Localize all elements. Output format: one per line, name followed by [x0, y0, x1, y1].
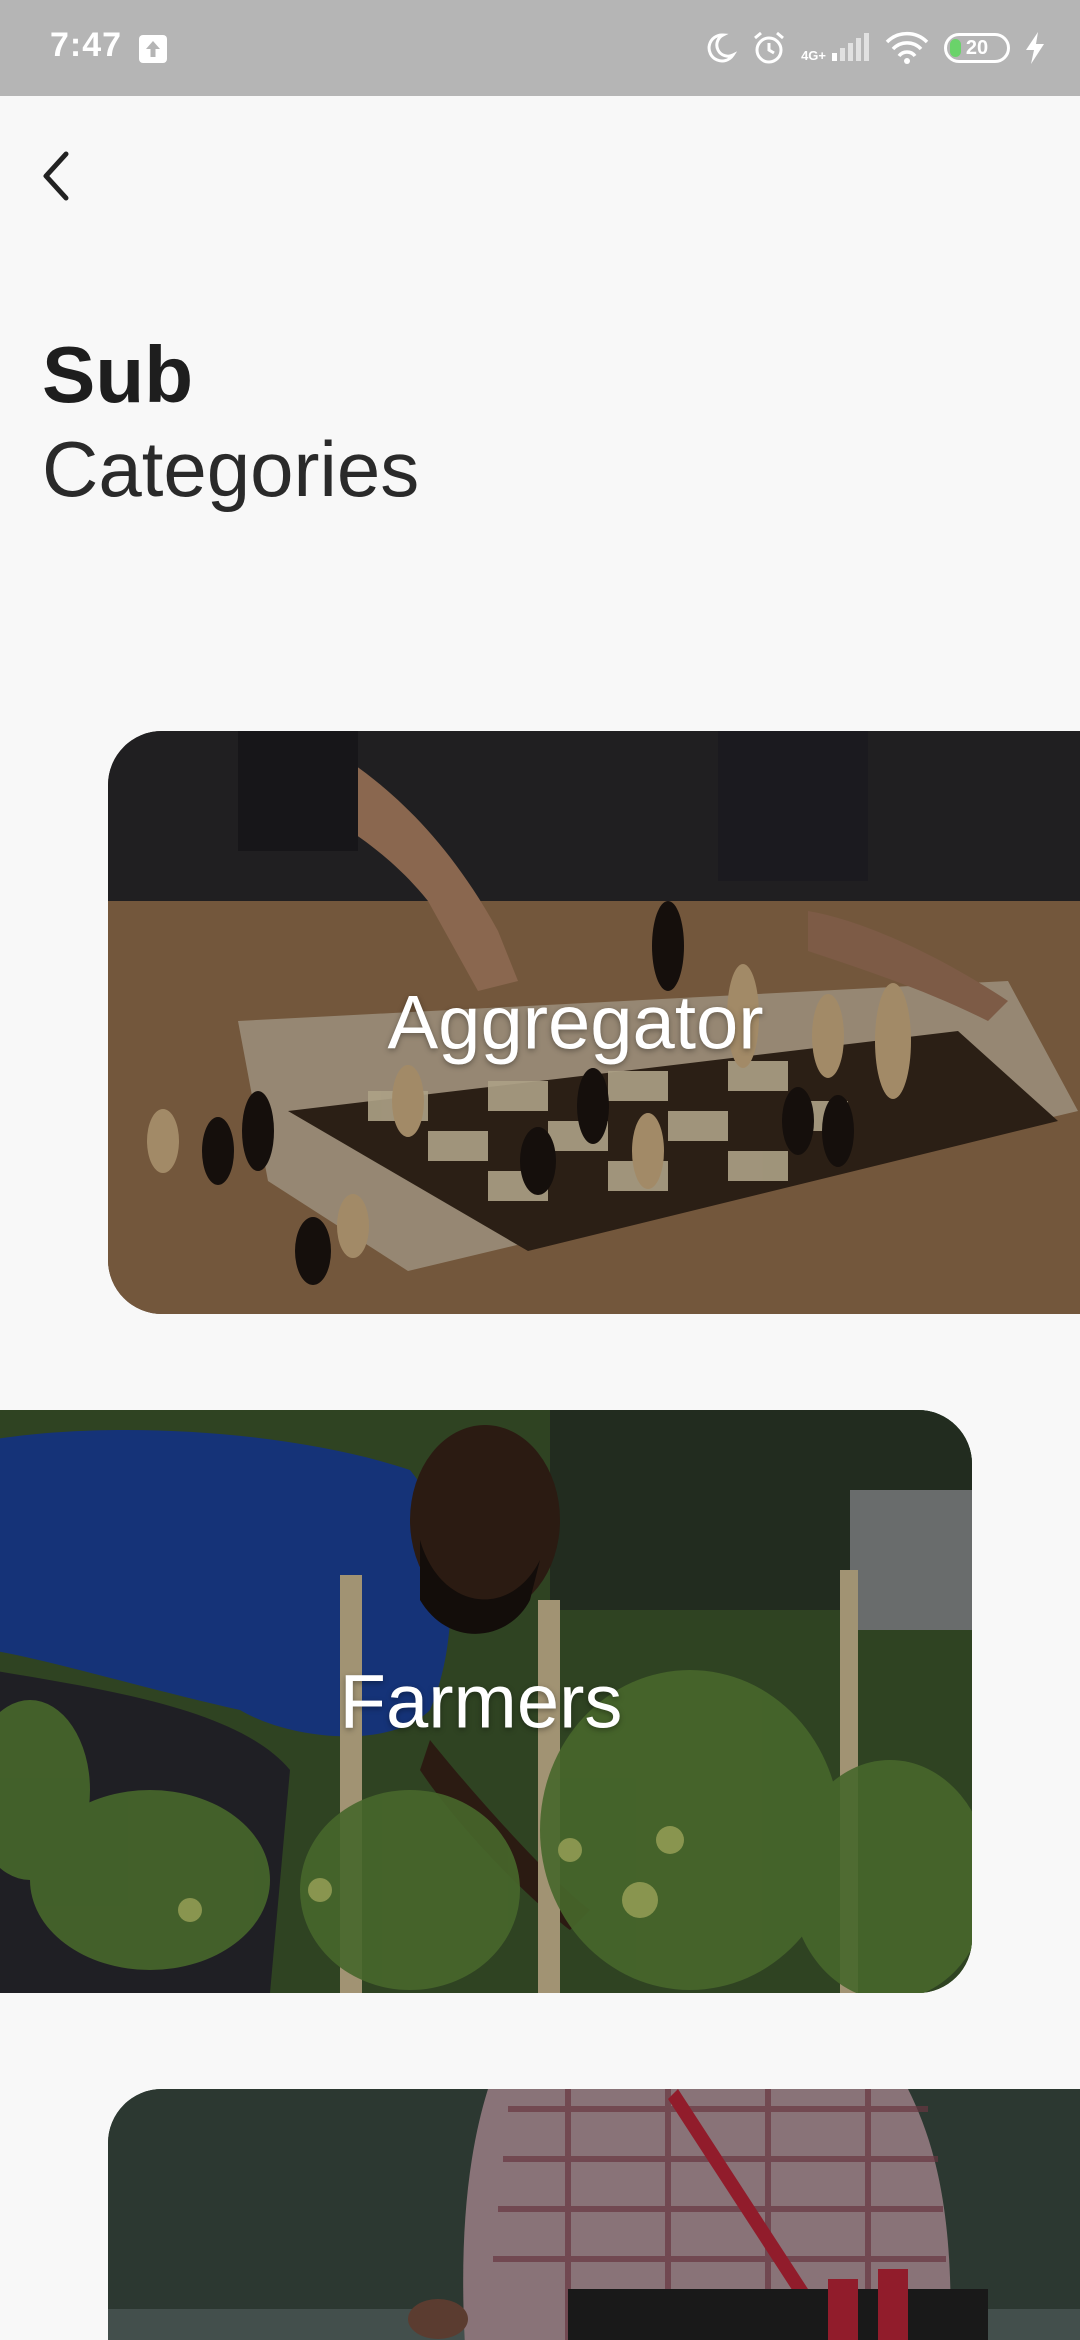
page-title-line2: Categories — [42, 425, 420, 513]
charging-bolt-icon — [1026, 32, 1044, 64]
page-title-line1: Sub — [42, 330, 194, 419]
screen: 7:47 4G+ 20 Sub Categories Aggregator Fa… — [0, 0, 1080, 2340]
category-card-vendor[interactable] — [108, 2089, 1080, 2340]
network-type-label: 4G+ — [801, 48, 826, 63]
wifi-icon — [885, 31, 929, 64]
moon-icon — [707, 33, 738, 63]
alarm-clock-icon — [754, 31, 785, 64]
category-label: Farmers — [339, 1659, 623, 1744]
back-button[interactable] — [26, 146, 86, 206]
category-label: Aggregator — [387, 980, 764, 1065]
status-bar: 7:47 4G+ 20 — [0, 0, 1080, 96]
chevron-left-icon — [43, 151, 69, 201]
battery-fill — [950, 39, 961, 57]
card-image-overlay — [108, 2089, 1080, 2340]
cell-signal-icon — [832, 33, 869, 61]
battery-icon: 20 — [944, 33, 1010, 63]
status-time: 7:47 — [50, 26, 123, 64]
category-card-farmers[interactable]: Farmers — [0, 1410, 972, 1993]
status-icons: 4G+ 20 — [703, 26, 1046, 70]
category-card-aggregator[interactable]: Aggregator — [108, 731, 1080, 1314]
cell-signal: 4G+ — [801, 33, 870, 63]
battery-level: 20 — [965, 36, 989, 59]
upload-icon — [139, 35, 167, 63]
